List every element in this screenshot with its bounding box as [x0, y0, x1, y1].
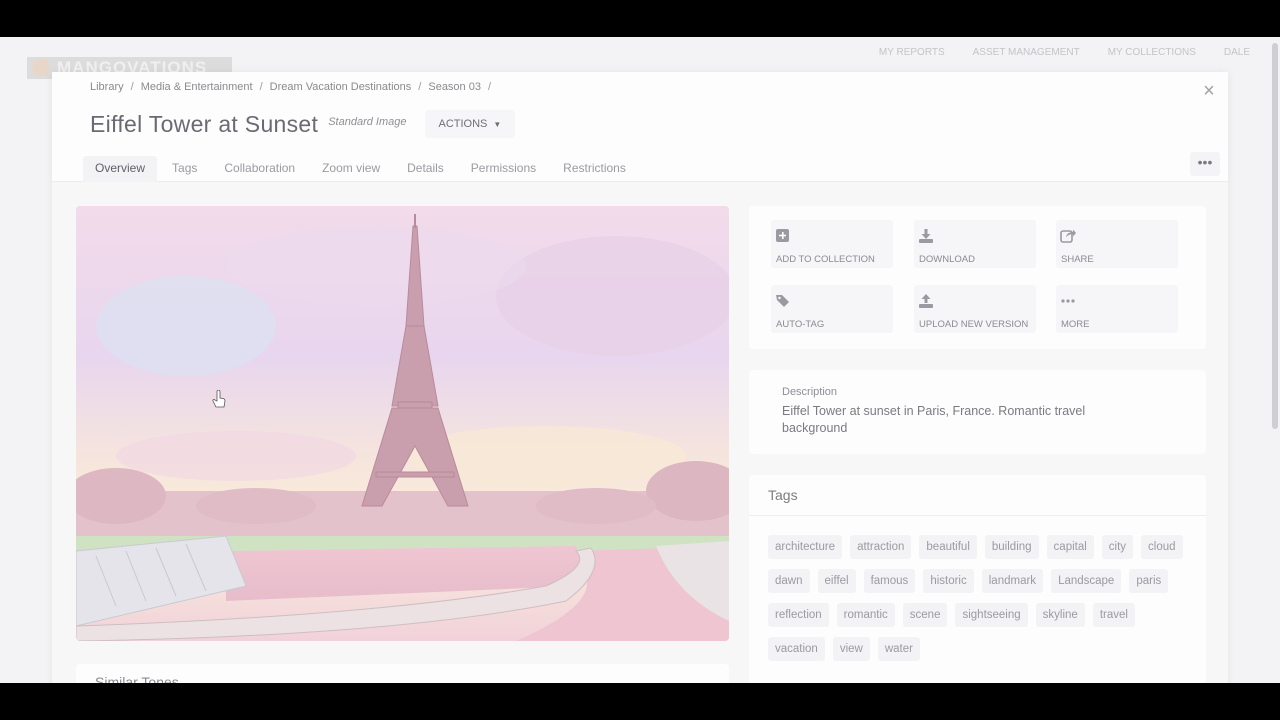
share-icon: [1060, 229, 1076, 243]
download-icon: [919, 229, 933, 243]
tag-chip[interactable]: view: [832, 637, 870, 661]
download-label: DOWNLOAD: [919, 254, 975, 265]
tag-chip[interactable]: cloud: [1141, 535, 1183, 559]
nav-my-reports[interactable]: MY REPORTS: [879, 47, 945, 58]
title-row: Eiffel Tower at Sunset Standard Image AC…: [90, 110, 516, 138]
actions-dropdown-button[interactable]: ACTIONS ▼: [424, 110, 516, 138]
tag-chip[interactable]: landmark: [981, 569, 1044, 593]
tag-chip[interactable]: capital: [1046, 535, 1094, 559]
quick-actions-panel: ADD TO COLLECTION DOWNLOAD SHARE AUTO-TA…: [749, 206, 1206, 349]
upload-icon: [919, 294, 933, 308]
tag-chip[interactable]: vacation: [768, 637, 825, 661]
tab-restrictions[interactable]: Restrictions: [551, 156, 638, 182]
more-actions-button[interactable]: MORE: [1056, 285, 1178, 333]
tag-chip[interactable]: Landscape: [1051, 569, 1122, 593]
description-text: Eiffel Tower at sunset in Paris, France.…: [782, 404, 1086, 435]
tag-chip[interactable]: eiffel: [817, 569, 856, 593]
tag-chip[interactable]: scene: [902, 603, 948, 627]
app-header: MANGOVATIONS MY REPORTS ASSET MANAGEMENT…: [0, 37, 1280, 79]
similar-tones-title: Similar Tones: [95, 674, 179, 683]
tag-chip[interactable]: skyline: [1035, 603, 1085, 627]
asset-modal: Library / Media & Entertainment / Dream …: [52, 72, 1228, 683]
similar-tones-section: Similar Tones: [76, 664, 729, 683]
tag-chip[interactable]: sightseeing: [955, 603, 1028, 627]
tag-chip[interactable]: famous: [863, 569, 916, 593]
breadcrumb-separator: /: [130, 81, 134, 93]
divider: [749, 515, 1206, 516]
nav-user-menu[interactable]: DALE: [1224, 47, 1250, 58]
more-actions-label: MORE: [1061, 319, 1090, 330]
auto-tag-label: AUTO-TAG: [776, 319, 825, 330]
tab-bar: Overview Tags Collaboration Zoom view De…: [83, 156, 641, 182]
page-title: Eiffel Tower at Sunset: [90, 110, 319, 137]
breadcrumb-library[interactable]: Library: [90, 81, 124, 93]
close-icon[interactable]: ×: [1200, 81, 1218, 101]
tags-icon: [776, 295, 789, 307]
page-scrollbar[interactable]: [1272, 43, 1278, 429]
breadcrumb-dream-vacation[interactable]: Dream Vacation Destinations: [270, 81, 412, 93]
tag-chip[interactable]: architecture: [768, 535, 843, 559]
eiffel-tower-image: [76, 206, 729, 641]
tag-chip[interactable]: travel: [1092, 603, 1135, 627]
app-screen: MANGOVATIONS MY REPORTS ASSET MANAGEMENT…: [0, 37, 1280, 683]
top-nav: MY REPORTS ASSET MANAGEMENT MY COLLECTIO…: [879, 47, 1250, 58]
caret-down-icon: ▼: [493, 119, 502, 129]
upload-new-version-label: UPLOAD NEW VERSION: [919, 319, 1029, 330]
tab-zoom-view[interactable]: Zoom view: [310, 156, 392, 182]
upload-new-version-button[interactable]: UPLOAD NEW VERSION: [914, 285, 1036, 333]
share-label: SHARE: [1061, 254, 1094, 265]
tag-chip[interactable]: reflection: [768, 603, 829, 627]
tag-chip[interactable]: historic: [923, 569, 974, 593]
nav-my-collections[interactable]: MY COLLECTIONS: [1108, 47, 1196, 58]
description-panel: Description Eiffel Tower at sunset in Pa…: [749, 370, 1206, 454]
modal-header: Library / Media & Entertainment / Dream …: [52, 72, 1228, 182]
tag-chip[interactable]: dawn: [768, 569, 810, 593]
tab-tags[interactable]: Tags: [160, 156, 209, 182]
tab-permissions[interactable]: Permissions: [459, 156, 548, 182]
breadcrumb-separator: /: [487, 81, 492, 93]
breadcrumb-separator: /: [418, 81, 422, 93]
tab-collaboration[interactable]: Collaboration: [212, 156, 307, 182]
tag-chip[interactable]: building: [984, 535, 1039, 559]
more-options-button[interactable]: •••: [1190, 152, 1220, 176]
nav-asset-management[interactable]: ASSET MANAGEMENT: [973, 47, 1080, 58]
breadcrumb: Library / Media & Entertainment / Dream …: [90, 81, 498, 93]
tag-chip[interactable]: attraction: [850, 535, 912, 559]
add-to-collection-button[interactable]: ADD TO COLLECTION: [771, 220, 893, 268]
tag-chip[interactable]: romantic: [836, 603, 895, 627]
tags-panel: Tags architecture attraction beautiful buil…: [749, 475, 1206, 683]
breadcrumb-media-entertainment[interactable]: Media & Entertainment: [141, 81, 253, 93]
share-button[interactable]: SHARE: [1056, 220, 1178, 268]
add-to-collection-label: ADD TO COLLECTION: [776, 254, 875, 265]
tags-title: Tags: [768, 487, 798, 503]
breadcrumb-season[interactable]: Season 03: [428, 81, 481, 93]
logo-mark-icon: [33, 60, 49, 76]
tag-chip[interactable]: paris: [1129, 569, 1169, 593]
asset-type-label: Standard Image: [328, 115, 407, 128]
tab-details[interactable]: Details: [395, 156, 456, 182]
tag-chip[interactable]: beautiful: [919, 535, 977, 559]
actions-label: ACTIONS: [438, 118, 488, 130]
asset-image-preview[interactable]: [76, 206, 729, 641]
breadcrumb-separator: /: [259, 81, 263, 93]
tag-chip[interactable]: city: [1101, 535, 1134, 559]
tag-list: architecture attraction beautiful building c…: [768, 535, 1193, 661]
description-label: Description: [782, 386, 838, 398]
plus-square-icon: [776, 229, 789, 242]
download-button[interactable]: DOWNLOAD: [914, 220, 1036, 268]
tab-overview[interactable]: Overview: [83, 156, 158, 182]
auto-tag-button[interactable]: AUTO-TAG: [771, 285, 893, 333]
hand-cursor-icon: [212, 390, 226, 408]
ellipsis-icon: [1061, 299, 1075, 303]
tag-chip[interactable]: water: [877, 637, 920, 661]
